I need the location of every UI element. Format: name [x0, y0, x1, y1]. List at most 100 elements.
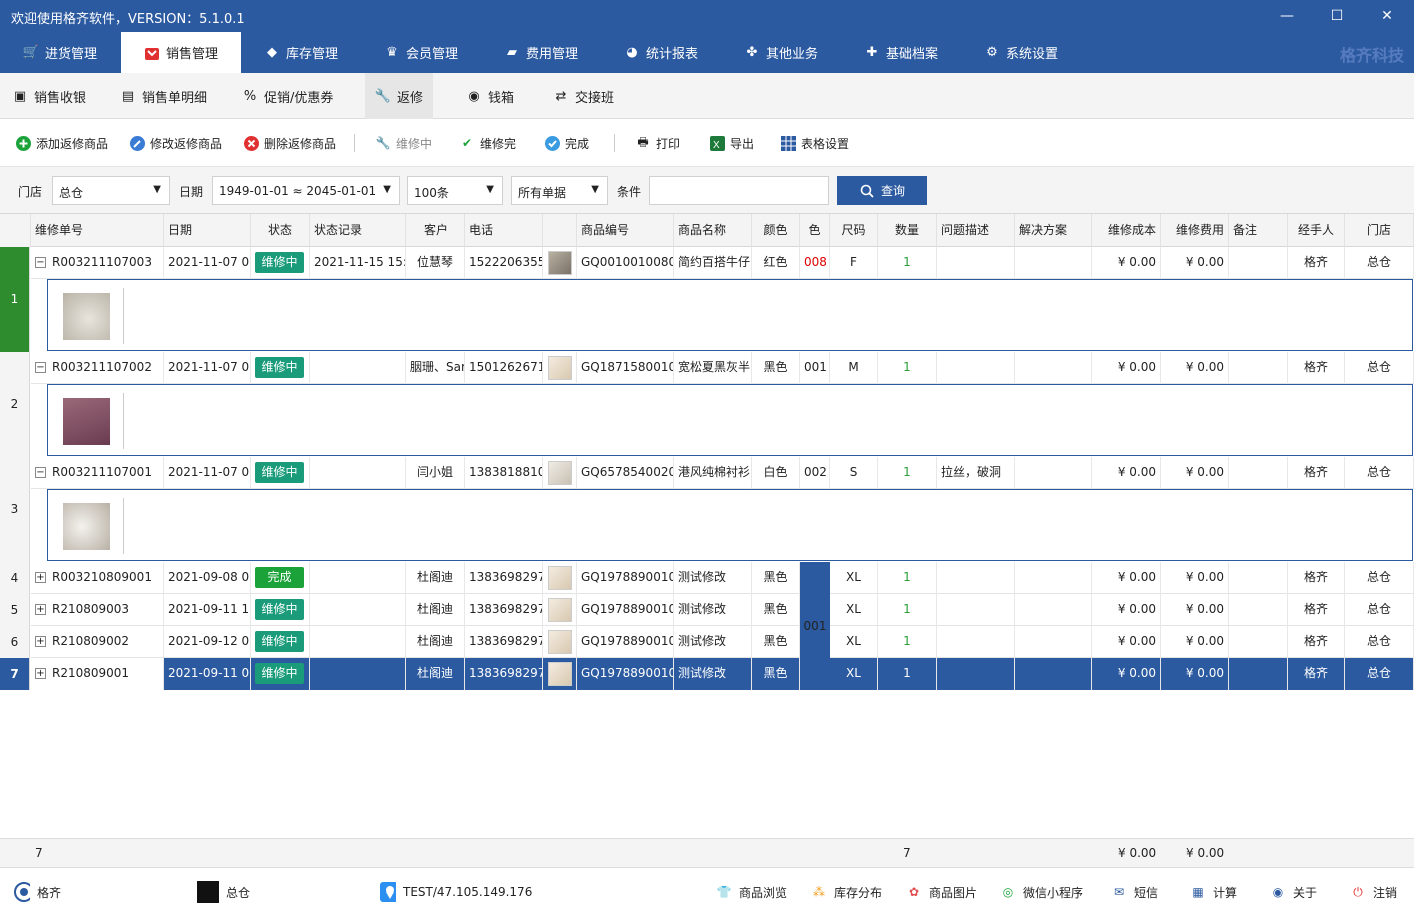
row-number[interactable]: 4 — [0, 562, 30, 594]
collapse-toggle-icon[interactable]: − — [35, 467, 46, 478]
repair-photo[interactable] — [63, 293, 110, 340]
user-info[interactable]: 格齐 — [14, 868, 61, 916]
count-select[interactable]: 100条 ▼ — [407, 176, 503, 205]
tab-archive[interactable]: ✚ 基础档案 — [841, 32, 961, 73]
subtab-cashbox[interactable]: ◉ 钱箱 — [456, 73, 524, 119]
table-row[interactable]: − R003211107002 2021-11-07 0 维修中 胭珊、Sar 1… — [31, 352, 1414, 384]
about-button[interactable]: ◉ 关于 — [1270, 868, 1317, 916]
table-settings-button[interactable]: 表格设置 — [780, 133, 849, 153]
close-button[interactable]: ✕ — [1374, 4, 1400, 28]
row-number[interactable]: 2 — [0, 352, 30, 457]
collapse-toggle-icon[interactable]: − — [35, 362, 46, 373]
subtab-promotion[interactable]: % 促销/优惠券 — [232, 73, 343, 119]
repair-photo[interactable] — [63, 503, 110, 550]
tab-sales[interactable]: 销售管理 — [121, 32, 241, 73]
subtab-sales-detail[interactable]: ▤ 销售单明细 — [110, 73, 217, 119]
expand-toggle-icon[interactable]: + — [35, 668, 46, 679]
row-number[interactable]: 5 — [0, 594, 30, 626]
query-button[interactable]: 查询 — [837, 176, 927, 205]
col-fee[interactable]: 维修费用 — [1161, 214, 1229, 247]
row-number[interactable]: 3 — [0, 457, 30, 562]
col-product-code[interactable]: 商品编号 — [577, 214, 674, 247]
problem-cell — [937, 594, 1015, 626]
condition-input[interactable] — [649, 176, 829, 205]
col-color[interactable]: 颜色 — [752, 214, 800, 247]
table-row-selected[interactable]: + R210809001 2021-09-11 0 维修中 杜阁迪 1383698… — [31, 658, 1414, 690]
minimize-button[interactable]: — — [1274, 4, 1300, 28]
logout-button[interactable]: ⏻ 注销 — [1350, 868, 1397, 916]
repair-photo[interactable] — [63, 398, 110, 445]
handler-cell: 格齐 — [1288, 352, 1345, 384]
handler-cell: 格齐 — [1288, 594, 1345, 626]
table-row[interactable]: − R003211107003 2021-11-07 0 维修中 2021-11-… — [31, 247, 1414, 279]
subtab-repair[interactable]: 🔧 返修 — [365, 73, 434, 119]
col-repair-no[interactable]: 维修单号 — [31, 214, 164, 247]
scope-select[interactable]: 所有单据 ▼ — [511, 176, 608, 205]
summary-row: 7 7 ¥ 0.00 ¥ 0.00 — [0, 838, 1414, 867]
server-info[interactable]: TEST/47.105.149.176 — [380, 868, 532, 916]
col-product-name[interactable]: 商品名称 — [674, 214, 752, 247]
status-badge: 维修中 — [255, 599, 304, 620]
plus-circle-icon — [15, 135, 31, 151]
repairing-button[interactable]: 🔧 维修中 — [375, 133, 433, 153]
puzzle-icon: ✚ — [866, 45, 878, 60]
subtab-cashier[interactable]: ▣ 销售收银 — [2, 73, 96, 119]
add-repair-button[interactable]: 添加返修商品 — [15, 133, 108, 153]
col-status-record[interactable]: 状态记录 — [310, 214, 406, 247]
product-images-button[interactable]: ✿ 商品图片 — [906, 868, 977, 916]
col-customer[interactable]: 客户 — [406, 214, 465, 247]
collapse-toggle-icon[interactable]: − — [35, 257, 46, 268]
expand-toggle-icon[interactable]: + — [35, 572, 46, 583]
col-qty[interactable]: 数量 — [878, 214, 937, 247]
tab-other[interactable]: ✤ 其他业务 — [721, 32, 841, 73]
col-phone[interactable]: 电话 — [465, 214, 543, 247]
mail-icon: ✉ — [1113, 885, 1125, 899]
expand-toggle-icon[interactable]: + — [35, 604, 46, 615]
maximize-button[interactable]: ☐ — [1324, 4, 1350, 28]
print-button[interactable]: 🖶 打印 — [635, 133, 680, 153]
tab-members[interactable]: ♛ 会员管理 — [361, 32, 481, 73]
wechat-miniprogram-button[interactable]: ◎ 微信小程序 — [1000, 868, 1083, 916]
col-image[interactable] — [543, 214, 577, 247]
date-range-select[interactable]: 1949-01-01 ≈ 2045-01-01 ▼ — [212, 176, 400, 205]
calculator-button[interactable]: ▦ 计算 — [1190, 868, 1237, 916]
col-remark[interactable]: 备注 — [1229, 214, 1288, 247]
product-browse-button[interactable]: 👕 商品浏览 — [716, 868, 788, 916]
chevron-down-icon: ▼ — [486, 184, 494, 195]
row-number[interactable]: 1 — [0, 247, 30, 352]
table-row[interactable]: − R003211107001 2021-11-07 0 维修中 闫小姐 1383… — [31, 457, 1414, 489]
col-handler[interactable]: 经手人 — [1288, 214, 1345, 247]
col-date[interactable]: 日期 — [164, 214, 251, 247]
row-number[interactable]: 7 — [0, 658, 30, 690]
col-problem[interactable]: 问题描述 — [937, 214, 1015, 247]
subtab-shift[interactable]: ⇄ 交接班 — [543, 73, 624, 119]
store-info[interactable]: 总仓 — [197, 868, 250, 916]
row-number[interactable]: 6 — [0, 626, 30, 658]
col-status[interactable]: 状态 — [251, 214, 310, 247]
table-row[interactable]: + R210809003 2021-09-11 1 维修中 杜阁迪 1383698… — [31, 594, 1414, 626]
col-store[interactable]: 门店 — [1345, 214, 1414, 247]
tab-purchase[interactable]: 🛒 进货管理 — [0, 32, 120, 73]
export-button[interactable]: X 导出 — [709, 133, 754, 153]
status-badge: 维修中 — [255, 462, 304, 483]
customer-cell: 杜阁迪 — [406, 626, 465, 658]
col-cost[interactable]: 维修成本 — [1092, 214, 1161, 247]
tab-reports[interactable]: ◕ 统计报表 — [601, 32, 721, 73]
col-color-code[interactable]: 色 — [800, 214, 830, 247]
repaired-button[interactable]: ✔ 维修完 — [459, 133, 516, 153]
expand-toggle-icon[interactable]: + — [35, 636, 46, 647]
done-button[interactable]: 完成 — [544, 133, 589, 153]
store-select[interactable]: 总仓 ▼ — [52, 176, 170, 205]
col-size[interactable]: 尺码 — [830, 214, 878, 247]
sms-button[interactable]: ✉ 短信 — [1111, 868, 1158, 916]
table-row[interactable]: + R210809002 2021-09-12 0 维修中 杜阁迪 1383698… — [31, 626, 1414, 658]
sub-nav: ▣ 销售收银 ▤ 销售单明细 % 促销/优惠券 🔧 返修 ◉ 钱箱 ⇄ 交接班 — [0, 73, 1414, 119]
delete-repair-button[interactable]: 删除返修商品 — [243, 133, 336, 153]
table-row[interactable]: + R003210809001 2021-09-08 0 完成 杜阁迪 13836… — [31, 562, 1414, 594]
edit-repair-button[interactable]: 修改返修商品 — [129, 133, 222, 153]
stock-distribution-button[interactable]: ⁂ 库存分布 — [811, 868, 882, 916]
tab-settings[interactable]: ⚙ 系统设置 — [961, 32, 1081, 73]
tab-expenses[interactable]: ▰ 费用管理 — [481, 32, 601, 73]
col-solution[interactable]: 解决方案 — [1015, 214, 1092, 247]
tab-inventory[interactable]: ◆ 库存管理 — [241, 32, 361, 73]
